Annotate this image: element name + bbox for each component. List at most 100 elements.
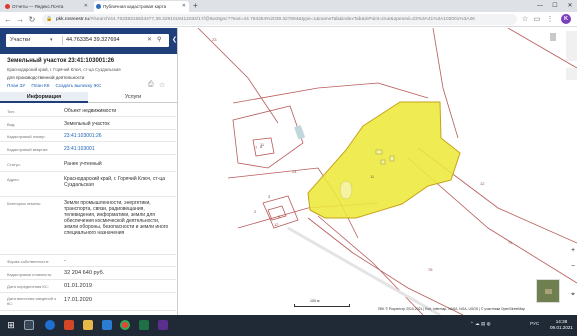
map-label: 2 xyxy=(254,209,257,214)
map-canvas[interactable]: 23 7 5 8 24 11 12 11 2 3 12 75 76 xyxy=(178,28,577,315)
map-label: 3 xyxy=(268,194,271,199)
row-label: Кадастровый номер: xyxy=(7,134,46,139)
row-label: Кадастровый квартал: xyxy=(7,147,49,152)
task-view-icon[interactable] xyxy=(24,320,34,330)
object-info-panel: Участки ▾ 44.763354 39.327694 ✕ ⚲ ❮ Земе… xyxy=(0,28,178,315)
extensions-icon[interactable]: ⋮ xyxy=(545,14,555,25)
map-label: 7 xyxy=(255,145,258,150)
locate-icon[interactable]: ⌖ xyxy=(569,290,577,300)
cadastral-quarter-link[interactable]: 23:41:103001 xyxy=(64,146,174,152)
bookmark-star-icon[interactable]: ☆ xyxy=(520,14,530,25)
browser-tab-mail[interactable]: Отчеты — Яндекс.Почта ✕ xyxy=(3,1,91,12)
back-arrow-icon[interactable]: ← xyxy=(3,14,13,25)
parcel-building xyxy=(380,159,386,165)
profile-avatar[interactable]: K xyxy=(561,14,571,24)
row-value: Земли промышленности, энергетики, трансп… xyxy=(64,200,169,236)
browser-tab-strip: Отчеты — Яндекс.Почта ✕ Публичная кадаст… xyxy=(0,0,577,12)
row-label: Статус: xyxy=(7,162,21,167)
url-input[interactable]: 🔒 pkk.rosreestr.ru/#/search/44.7633831583… xyxy=(42,14,517,25)
row-label: Дата определения КС: xyxy=(7,284,49,289)
info-row-type: Тип: Объект недвижимости xyxy=(0,105,176,117)
tab-services[interactable]: Услуги xyxy=(88,92,177,103)
office-icon[interactable] xyxy=(64,320,74,330)
mail-app-icon[interactable] xyxy=(102,320,112,330)
tab-info[interactable]: Информация xyxy=(0,92,88,103)
info-row-valuation-date: Дата определения КС: 01.01.2019 xyxy=(0,280,176,293)
parcel-address-line: Краснодарский край, г. Горячий Ключ, ст-… xyxy=(7,67,121,72)
map-label: 5 xyxy=(278,214,281,219)
zoom-in-button[interactable]: + xyxy=(569,246,577,256)
scale-bar xyxy=(294,304,350,307)
new-tab-button[interactable]: + xyxy=(193,1,198,11)
info-row-kind: Вид: Земельный участок xyxy=(0,117,176,130)
zoom-out-button[interactable]: − xyxy=(569,262,577,272)
minimap-thumbnail[interactable] xyxy=(536,279,560,303)
close-window-button[interactable]: ✕ xyxy=(563,0,577,12)
chevron-down-icon[interactable]: ▾ xyxy=(50,34,53,47)
reload-icon[interactable]: ↻ xyxy=(27,14,37,25)
cadastral-number-link[interactable]: 23:41:103001:26 xyxy=(64,133,174,139)
clear-icon[interactable]: ✕ xyxy=(147,34,152,47)
cast-icon[interactable]: ▭ xyxy=(532,14,542,25)
parcel-links: План ЗУ План КК Создать выписку ЖС xyxy=(7,83,107,88)
excel-icon[interactable] xyxy=(139,320,149,330)
boundary-line xyxy=(307,217,464,315)
taskbar: ⊞ ⌃ ☁ ▤ ◍ РУС 14:38 09.01.2021 xyxy=(0,315,577,336)
search-type-select[interactable]: Участки xyxy=(10,34,30,47)
info-row-cadastral-number: Кадастровый номер: 23:41:103001:26 xyxy=(0,130,176,142)
map-label: 11 xyxy=(260,142,265,147)
close-tab-icon[interactable]: ✕ xyxy=(84,1,88,12)
file-explorer-icon[interactable] xyxy=(83,320,93,330)
row-value: - xyxy=(64,258,66,264)
map-label: 12 xyxy=(274,222,279,227)
forward-arrow-icon[interactable]: → xyxy=(15,14,25,25)
info-row-status: Статус: Ранее учтенный xyxy=(0,155,176,172)
browser-tab-pkk[interactable]: Публичная кадастровая карта ✕ xyxy=(94,1,189,12)
link-plan-kk[interactable]: План КК xyxy=(31,83,49,88)
search-input[interactable]: 44.763354 39.327694 xyxy=(66,34,120,47)
windows-start-icon[interactable]: ⊞ xyxy=(6,320,16,330)
pkk-favicon-icon xyxy=(96,4,101,9)
close-tab-icon[interactable]: ✕ xyxy=(182,1,186,12)
boundary-line xyxy=(197,28,279,124)
search-divider xyxy=(62,36,63,45)
tab-title: Отчеты — Яндекс.Почта xyxy=(12,4,64,9)
row-value: 32 204 640 руб. xyxy=(64,270,105,276)
parcel-building xyxy=(339,180,353,200)
search-header: Участки ▾ 44.763354 39.327694 ✕ ⚲ ❮ xyxy=(0,28,177,54)
map-label: 12 xyxy=(480,181,485,186)
search-box: Участки ▾ 44.763354 39.327694 ✕ ⚲ xyxy=(6,34,169,47)
url-host: pkk.rosreestr.ru xyxy=(56,17,90,22)
map-label: 24 xyxy=(292,169,297,174)
minimize-button[interactable]: — xyxy=(533,0,547,12)
print-icon[interactable]: ⎙ xyxy=(148,81,154,89)
panel-tabs: Информация Услуги xyxy=(0,92,177,103)
info-row-cadastral-value: Кадастровая стоимость: 32 204 640 руб. xyxy=(0,267,176,280)
maximize-button[interactable]: ☐ xyxy=(548,0,562,12)
row-value: Краснодарский край, г. Горячий Ключ, ст-… xyxy=(64,176,165,188)
row-value: 17.01.2020 xyxy=(64,297,92,303)
link-create-extract[interactable]: Создать выписку ЖС xyxy=(55,83,101,88)
link-plan-zu[interactable]: План ЗУ xyxy=(7,83,25,88)
row-value: Ранее учтенный xyxy=(64,161,102,167)
collapse-panel-icon[interactable]: ❮ xyxy=(172,36,177,43)
app-icon[interactable] xyxy=(158,320,168,330)
system-clock[interactable]: 14:38 09.01.2021 xyxy=(550,319,573,331)
info-row-land-category: Категория земель: Земли промышленности, … xyxy=(0,197,176,255)
chrome-browser-icon[interactable] xyxy=(120,320,130,330)
cadastral-map[interactable]: 23 7 5 8 24 11 12 11 2 3 12 75 76 + − ⌖ … xyxy=(178,28,577,315)
parcel-title: Земельный участок 23:41:103001:26 xyxy=(7,58,115,64)
row-value: Земельный участок xyxy=(64,121,110,127)
map-attribution: ПКК © Росреестр 2010-2021 | Esri, Interm… xyxy=(378,307,525,311)
edge-browser-icon[interactable] xyxy=(45,320,55,330)
row-value: 01.01.2019 xyxy=(64,283,92,289)
search-icon[interactable]: ⚲ xyxy=(157,34,161,47)
favorite-star-icon[interactable]: ☆ xyxy=(159,81,165,89)
parcel-building xyxy=(389,155,395,162)
boundary-line xyxy=(317,215,424,315)
mail-favicon-icon xyxy=(5,4,10,9)
tray-icons[interactable]: ⌃ ☁ ▤ ◍ xyxy=(470,321,491,327)
row-label: Форма собственности: xyxy=(7,259,50,264)
info-row-address: Адрес: Краснодарский край, г. Горячий Кл… xyxy=(0,172,176,197)
input-language[interactable]: РУС xyxy=(530,321,539,326)
